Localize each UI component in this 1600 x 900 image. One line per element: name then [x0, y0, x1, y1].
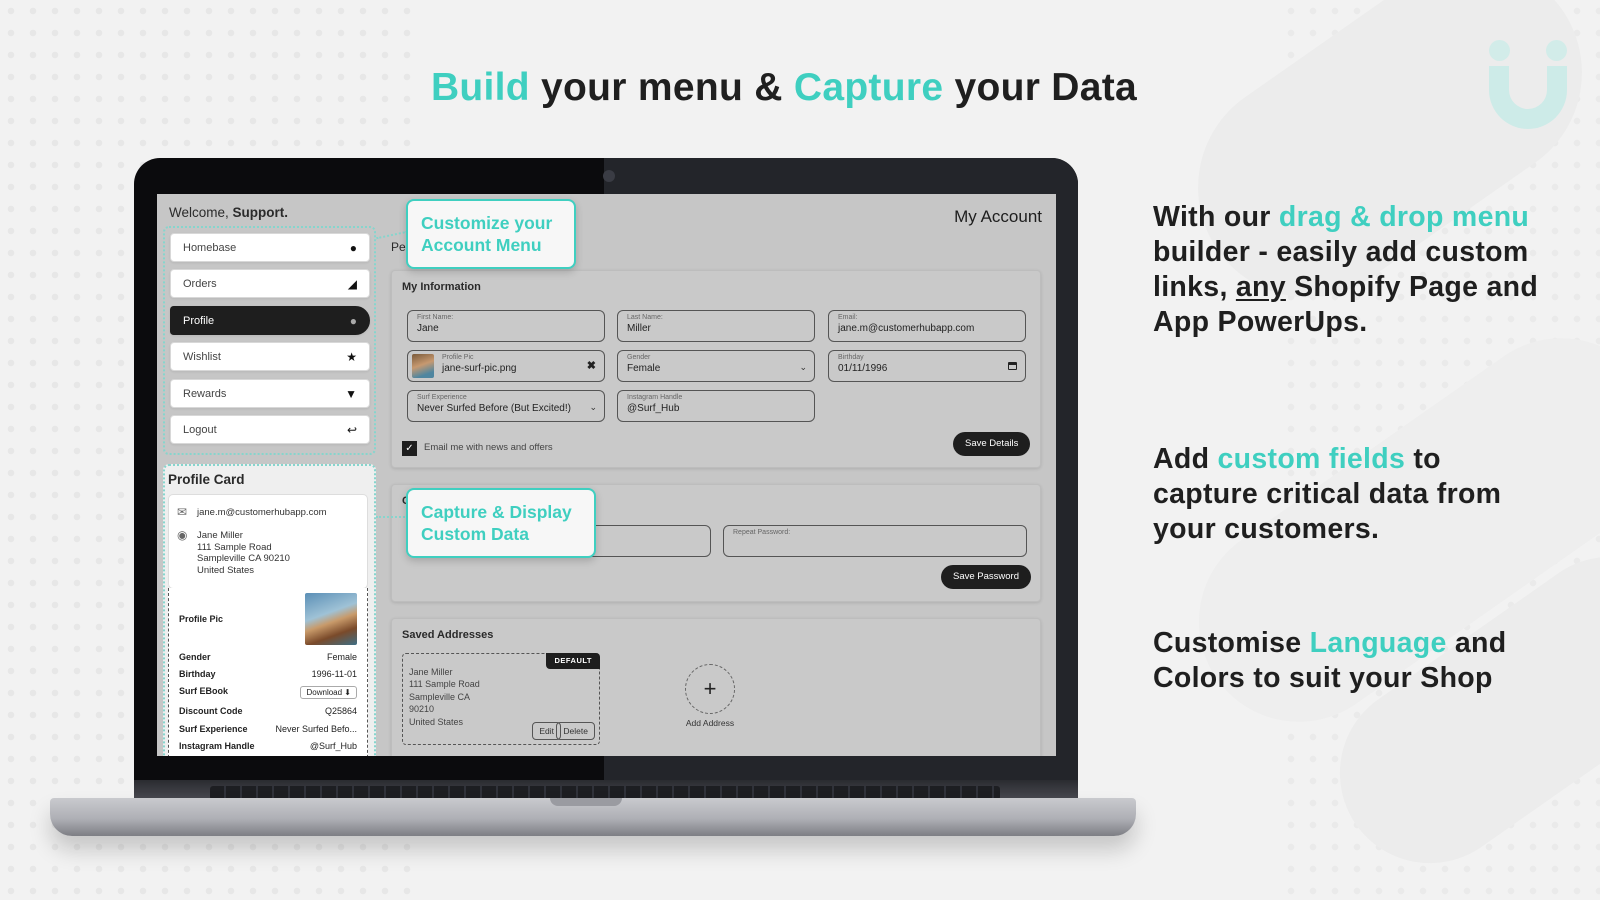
my-information-panel: My Information First Name: Jane Last Nam… — [391, 270, 1041, 468]
first-name-field[interactable]: First Name: Jane — [407, 310, 605, 342]
user-icon: ● — [349, 240, 357, 255]
location-pin-icon: ◉ — [177, 528, 188, 542]
callout-customize-menu: Customize your Account Menu — [406, 199, 576, 269]
chevron-down-icon: ⌄ — [799, 362, 807, 372]
newsletter-checkbox[interactable]: ✓ — [402, 441, 417, 456]
remove-file-icon[interactable]: ✖ — [587, 359, 596, 372]
welcome-message: Welcome, Support. — [169, 205, 289, 220]
profile-card-details: Profile Pic Gender Female Birthday 1996-11… — [168, 588, 368, 756]
surf-experience-select[interactable]: Surf Experience Never Surfed Before (But… — [407, 390, 605, 422]
callout-capture-data: Capture & Display Custom Data — [406, 488, 596, 558]
detail-row: Profile Pic — [179, 593, 357, 645]
menu-item-homebase[interactable]: Homebase ● — [170, 233, 370, 262]
trophy-icon: ▼ — [345, 386, 357, 401]
detail-row: Surf EBook Download ⬇ — [179, 686, 357, 699]
profile-pic-field[interactable]: Profile Pic jane-surf-pic.png ✖ — [407, 350, 605, 382]
headline-accent-build: Build — [430, 66, 530, 109]
headline-text: your menu & — [529, 66, 794, 109]
detail-row: Surf Experience Never Surfed Befo... — [179, 724, 357, 734]
profile-pic-thumbnail — [412, 354, 434, 378]
saved-addresses-panel: Saved Addresses DEFAULT Jane Miller 111 … — [391, 618, 1041, 756]
cart-icon: ◢ — [347, 276, 357, 291]
panel-title: My Information — [402, 281, 481, 293]
email-field[interactable]: Email: jane.m@customerhubapp.com — [828, 310, 1026, 342]
feature-menu-builder: With our drag & drop menu builder - easi… — [1153, 201, 1539, 338]
profile-picture — [305, 593, 357, 645]
detail-row: Discount Code Q25864 — [179, 706, 357, 716]
calendar-icon[interactable] — [1008, 362, 1017, 370]
birthday-field[interactable]: Birthday 01/11/1996 — [828, 350, 1026, 382]
headline: Build your menu & Capture your Data — [0, 66, 1568, 110]
profile-card-contact: ✉ jane.m@customerhubapp.com ◉ Jane Mille… — [168, 494, 368, 589]
camera-icon — [603, 170, 615, 182]
feature-custom-fields: Add custom fields to capture critical da… — [1153, 443, 1502, 545]
feature-language-colors: Customise Language and Colors to suit yo… — [1153, 627, 1507, 694]
download-button[interactable]: Download ⬇ — [300, 686, 357, 699]
account-screen: Welcome, Support. My Account Personal In… — [157, 194, 1056, 756]
headline-accent-capture: Capture — [793, 66, 944, 109]
logout-icon: ↩ — [346, 422, 357, 437]
last-name-field[interactable]: Last Name: Miller — [617, 310, 815, 342]
customer-hub-logo-icon — [1489, 38, 1569, 130]
detail-row: Gender Female — [179, 652, 357, 662]
menu-item-wishlist[interactable]: Wishlist ★ — [170, 342, 370, 371]
repeat-password-field[interactable]: Repeat Password: — [723, 525, 1027, 557]
laptop-notch — [550, 798, 622, 806]
callout-connector — [376, 516, 408, 518]
profile-card-title: Profile Card — [168, 472, 245, 487]
detail-row: Birthday 1996-11-01 — [179, 669, 357, 679]
user-icon: ● — [349, 313, 357, 328]
chevron-down-icon: ⌄ — [589, 402, 597, 412]
headline-text: your Data — [943, 66, 1138, 109]
account-menu: Homebase ● Orders ◢ Profile ● Wishlist ★… — [163, 226, 376, 455]
menu-item-profile[interactable]: Profile ● — [170, 306, 370, 335]
menu-item-orders[interactable]: Orders ◢ — [170, 269, 370, 298]
envelope-icon: ✉ — [177, 505, 188, 519]
add-address-label: Add Address — [685, 718, 735, 728]
page-title: My Account — [954, 207, 1042, 226]
detail-row: Instagram Handle @Surf_Hub — [179, 741, 357, 751]
plus-icon: + — [703, 676, 717, 701]
add-address-button[interactable]: + — [685, 664, 735, 714]
newsletter-label: Email me with news and offers — [424, 442, 553, 453]
save-password-button[interactable]: Save Password — [941, 565, 1032, 589]
instagram-handle-field[interactable]: Instagram Handle @Surf_Hub — [617, 390, 815, 422]
address-card: DEFAULT Jane Miller 111 Sample Road Samp… — [402, 653, 600, 745]
default-badge: DEFAULT — [546, 653, 600, 670]
save-details-button[interactable]: Save Details — [953, 432, 1031, 456]
menu-item-logout[interactable]: Logout ↩ — [170, 415, 370, 444]
delete-address-button[interactable]: Delete — [556, 721, 595, 740]
download-icon: ⬇ — [344, 688, 351, 697]
callout-connector — [376, 230, 408, 240]
star-icon: ★ — [346, 349, 357, 364]
gender-select[interactable]: Gender Female ⌄ — [617, 350, 815, 382]
panel-title: Saved Addresses — [402, 629, 494, 641]
profile-card: Profile Card ✉ jane.m@customerhubapp.com… — [163, 464, 376, 756]
menu-item-rewards[interactable]: Rewards ▼ — [170, 379, 370, 408]
